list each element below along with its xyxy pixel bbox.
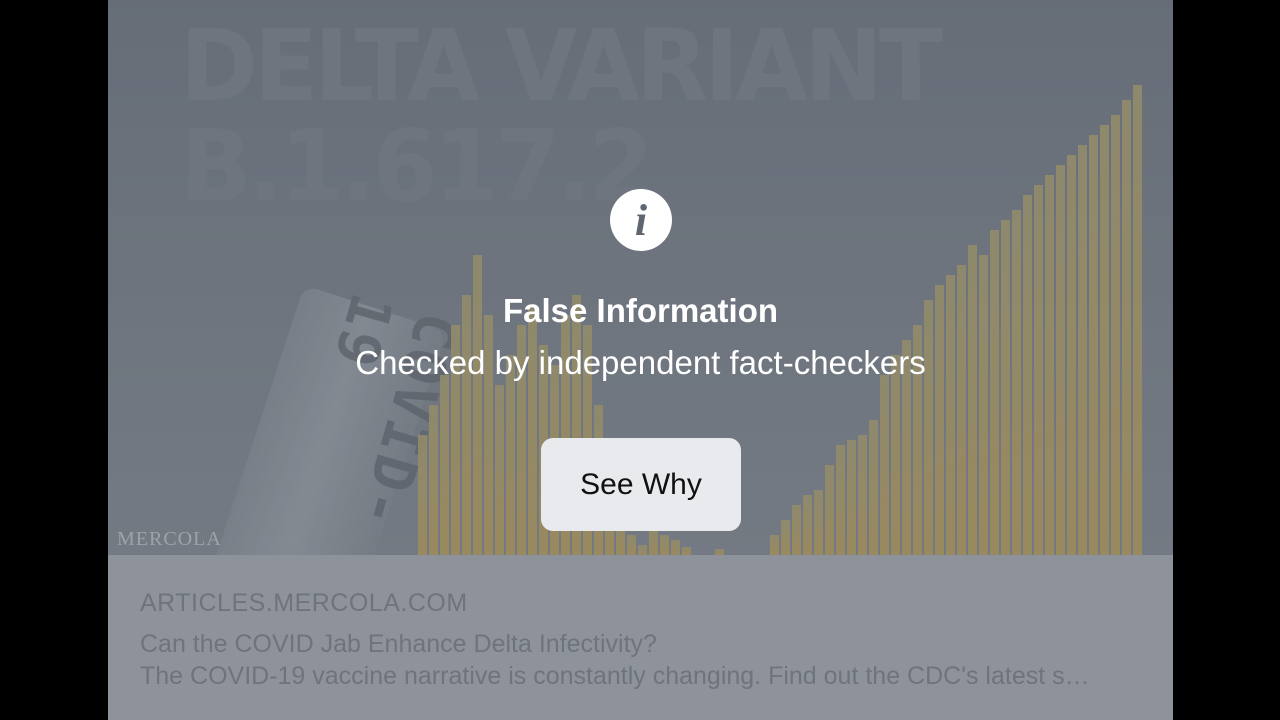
- see-why-button[interactable]: See Why: [541, 438, 741, 531]
- link-preview[interactable]: ARTICLES.MERCOLA.COM Can the COVID Jab E…: [108, 555, 1173, 720]
- alert-title: False Information: [502, 292, 779, 329]
- link-description: The COVID-19 vaccine narrative is consta…: [140, 662, 1090, 690]
- link-domain: ARTICLES.MERCOLA.COM: [140, 589, 468, 617]
- post-image[interactable]: DELTA VARIANT B.1.617.2 COVID-19 MERCOLA…: [108, 0, 1173, 555]
- link-headline: Can the COVID Jab Enhance Delta Infectiv…: [140, 630, 657, 658]
- info-icon: i: [610, 189, 672, 251]
- post-card: DELTA VARIANT B.1.617.2 COVID-19 MERCOLA…: [108, 0, 1173, 720]
- alert-subtitle: Checked by independent fact-checkers: [355, 344, 926, 381]
